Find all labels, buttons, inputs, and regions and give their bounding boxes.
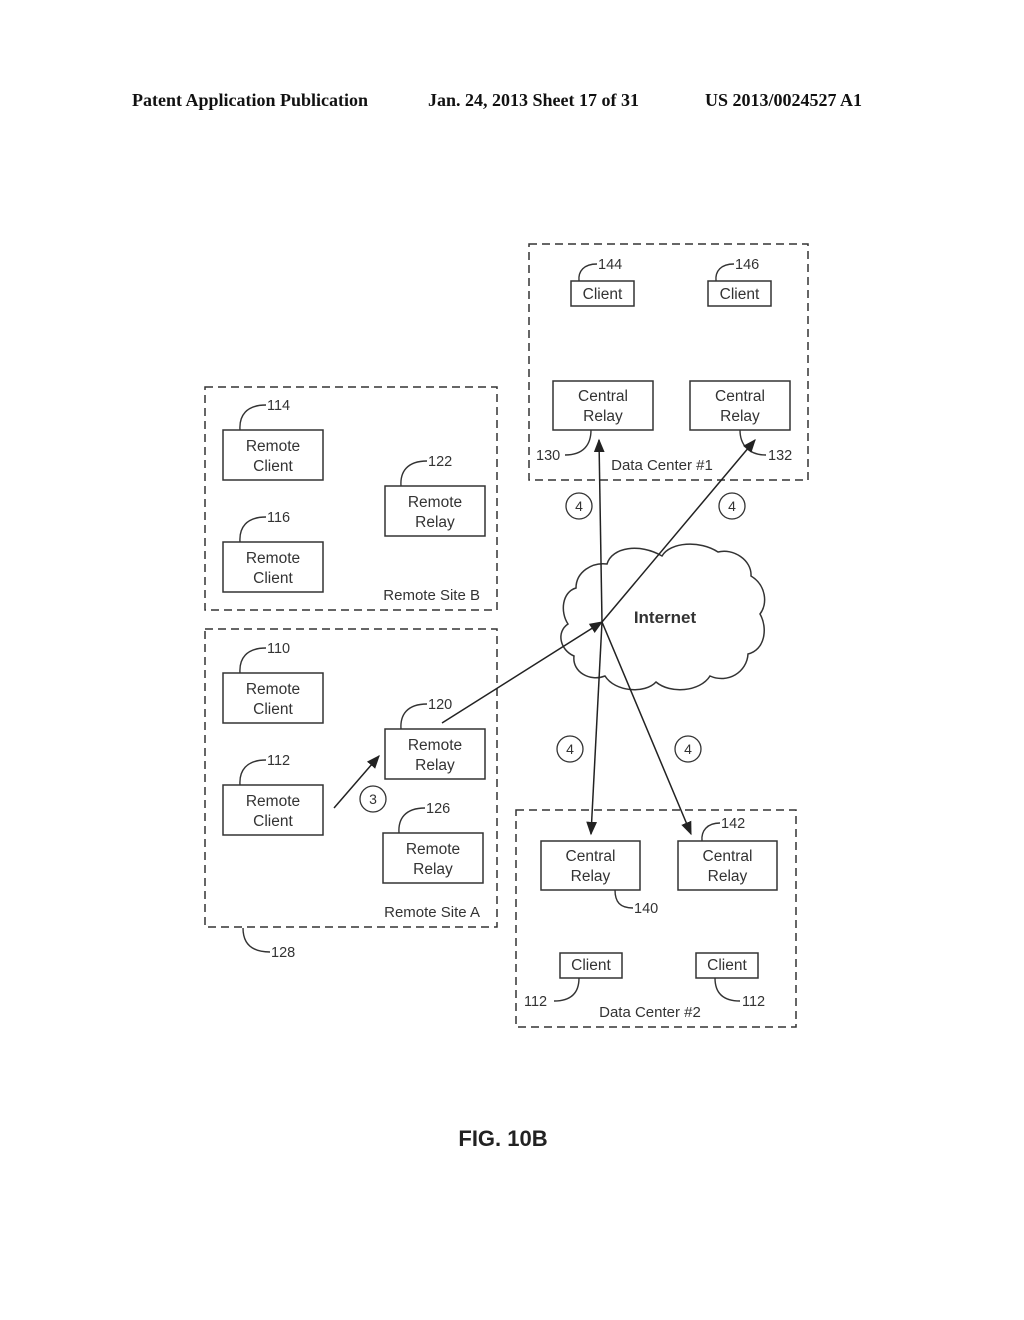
internet-cloud: Internet: [560, 543, 766, 691]
remote-relay-126-line2: Relay: [413, 861, 453, 878]
remote-site-b: Remote Site B Remote Client 114 Remote C…: [204, 386, 498, 611]
remote-client-112[interactable]: Remote Client 112: [222, 753, 324, 836]
step-4-dc2-right-label: 4: [684, 741, 692, 757]
remote-relay-122-line2: Relay: [415, 514, 455, 531]
central-relay-140[interactable]: Central Relay 140: [540, 840, 658, 917]
remote-client-116-line1: Remote: [246, 550, 300, 567]
ref-146: 146: [735, 257, 759, 273]
ref-116: 116: [267, 510, 290, 526]
client-dc2-right[interactable]: Client 112: [695, 952, 765, 1010]
remote-client-114-line2: Client: [253, 458, 293, 475]
ref-128: 128: [271, 945, 295, 961]
remote-client-114-line1: Remote: [246, 438, 300, 455]
remote-site-a: Remote Site A 128 Remote Client 110 Remo…: [204, 628, 498, 961]
leader-146: [715, 263, 735, 282]
remote-relay-126[interactable]: Remote Relay 126: [382, 801, 484, 884]
step-4-dc1-left-label: 4: [575, 498, 583, 514]
client-144[interactable]: Client 144: [570, 257, 635, 307]
step-4-dc2-left-label: 4: [566, 741, 574, 757]
central-relay-130[interactable]: Central Relay 130: [536, 380, 654, 464]
remote-client-110-line2: Client: [253, 701, 293, 718]
remote-client-110-line1: Remote: [246, 681, 300, 698]
internet-label: Internet: [634, 608, 697, 627]
remote-relay-126-line1: Remote: [406, 841, 460, 858]
remote-client-110[interactable]: Remote Client 110: [222, 641, 324, 724]
client-dc2-left-label: Client: [571, 957, 611, 974]
leader-130: [564, 429, 592, 456]
ref-140: 140: [634, 901, 658, 917]
remote-relay-122-line1: Remote: [408, 494, 462, 511]
central-relay-142-line2: Relay: [708, 868, 748, 885]
remote-client-116-line2: Client: [253, 570, 293, 587]
ref-112: 112: [267, 753, 290, 769]
remote-client-114[interactable]: Remote Client 114: [222, 398, 324, 481]
central-relay-142[interactable]: Central Relay 142: [677, 816, 778, 891]
remote-relay-122[interactable]: Remote Relay 122: [384, 454, 486, 537]
remote-client-112-line1: Remote: [246, 793, 300, 810]
ref-dc2-right: 112: [742, 994, 765, 1010]
leader-140: [614, 889, 634, 909]
ref-130: 130: [536, 448, 560, 464]
step-3-label: 3: [369, 791, 377, 807]
leader-142: [701, 822, 721, 842]
leader-dc2-right: [714, 977, 741, 1002]
step-4-dc1-left-marker: 4: [565, 492, 593, 520]
leader-120: [400, 703, 428, 730]
leader-dc2-left: [553, 977, 580, 1002]
leader-122: [400, 460, 428, 487]
ref-142: 142: [721, 816, 745, 832]
central-relay-142-line1: Central: [703, 848, 753, 865]
leader-116: [239, 516, 267, 543]
leader-128: [242, 927, 271, 953]
central-relay-130-line2: Relay: [583, 408, 623, 425]
data-center-1: Data Center #1 Client 144 Client 146 Cen…: [528, 243, 809, 481]
arrow-120-to-internet: [441, 621, 604, 724]
client-144-label: Client: [583, 286, 623, 303]
step-4-dc1-right-label: 4: [728, 498, 736, 514]
central-relay-132-line2: Relay: [720, 408, 760, 425]
step-4-dc1-right-marker: 4: [718, 492, 746, 520]
ref-dc2-left: 112: [524, 994, 547, 1010]
network-diagram: Data Center #1 Client 144 Client 146 Cen…: [204, 243, 809, 1151]
data-center-2-label: Data Center #2: [599, 1004, 701, 1021]
ref-132: 132: [768, 448, 792, 464]
remote-site-a-label: Remote Site A: [384, 904, 480, 921]
remote-site-b-label: Remote Site B: [383, 587, 480, 604]
ref-120: 120: [428, 697, 452, 713]
step-4-dc2-left-marker: 4: [556, 735, 584, 763]
step-4-dc2-right-marker: 4: [674, 735, 702, 763]
ref-126: 126: [426, 801, 450, 817]
remote-relay-120-line2: Relay: [415, 757, 455, 774]
leader-114: [239, 404, 267, 431]
data-center-1-label: Data Center #1: [611, 457, 713, 474]
ref-122: 122: [428, 454, 452, 470]
step-3-marker: 3: [359, 785, 387, 813]
ref-110: 110: [267, 641, 290, 657]
remote-client-116[interactable]: Remote Client 116: [222, 510, 324, 593]
data-center-1-boundary: [528, 243, 809, 481]
remote-relay-120-line1: Remote: [408, 737, 462, 754]
central-relay-132-line1: Central: [715, 388, 765, 405]
client-146[interactable]: Client 146: [707, 257, 772, 307]
remote-relay-120[interactable]: Remote Relay 120: [384, 697, 486, 780]
central-relay-130-line1: Central: [578, 388, 628, 405]
ref-114: 114: [267, 398, 290, 414]
client-dc2-left[interactable]: Client 112: [524, 952, 623, 1010]
leader-126: [398, 807, 426, 834]
client-dc2-right-label: Client: [707, 957, 747, 974]
central-relay-140-line1: Central: [566, 848, 616, 865]
leader-110: [239, 647, 267, 674]
ref-144: 144: [598, 257, 622, 273]
client-146-label: Client: [720, 286, 760, 303]
leader-144: [578, 263, 598, 282]
central-relay-140-line2: Relay: [571, 868, 611, 885]
leader-112: [239, 759, 267, 786]
central-relay-132[interactable]: Central Relay 132: [689, 380, 792, 464]
data-center-2: Data Center #2 Central Relay 140 Central…: [515, 809, 797, 1028]
remote-client-112-line2: Client: [253, 813, 293, 830]
figure-caption: FIG. 10B: [458, 1126, 547, 1151]
